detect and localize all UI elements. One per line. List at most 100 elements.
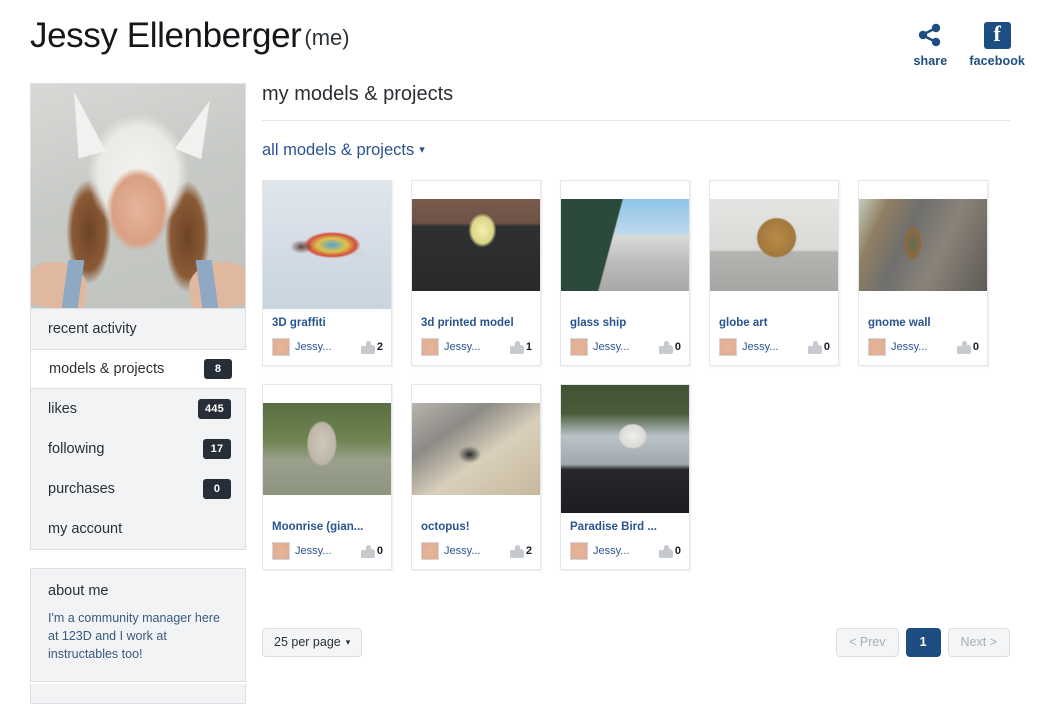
model-card[interactable]: gnome wall Jessy... 0 bbox=[858, 180, 988, 366]
like-count: 1 bbox=[525, 341, 532, 353]
model-meta: Jessy... 0 bbox=[272, 542, 383, 560]
profile-name: Jessy Ellenberger bbox=[30, 16, 302, 55]
like-count: 0 bbox=[674, 545, 681, 557]
page-1-button[interactable]: 1 bbox=[905, 628, 941, 657]
model-title: globe art bbox=[719, 317, 768, 329]
sidebar-item-label: likes bbox=[48, 401, 78, 417]
profile-name-suffix: (me) bbox=[304, 25, 350, 50]
model-card-body: Paradise Bird ... Jessy... 0 bbox=[561, 513, 689, 569]
main-content: my models & projects all models & projec… bbox=[262, 83, 1010, 570]
share-label: share bbox=[913, 54, 948, 68]
facebook-icon: f bbox=[983, 20, 1011, 50]
sidebar-nav: recent activity models & projects 8 like… bbox=[30, 308, 246, 550]
model-card[interactable]: 3D graffiti Jessy... 2 bbox=[262, 180, 392, 366]
thumbnail-image bbox=[859, 199, 987, 291]
like-count-group: 0 bbox=[807, 340, 830, 354]
model-card-body: gnome wall Jessy... 0 bbox=[859, 309, 987, 365]
model-thumbnail bbox=[412, 181, 540, 309]
model-card[interactable]: glass ship Jessy... 0 bbox=[560, 180, 690, 366]
model-card[interactable]: Moonrise (gian... Jessy... 0 bbox=[262, 384, 392, 570]
model-author[interactable]: Jessy... bbox=[295, 545, 331, 557]
thumbs-up-icon bbox=[509, 544, 524, 558]
page-title: Jessy Ellenberger (me) bbox=[30, 16, 350, 56]
profile-avatar bbox=[30, 83, 246, 308]
model-card[interactable]: Paradise Bird ... Jessy... 0 bbox=[560, 384, 690, 570]
sidebar-item-following[interactable]: following 17 bbox=[31, 429, 245, 469]
next-page-button[interactable]: Next > bbox=[947, 628, 1010, 657]
per-page-dropdown[interactable]: 25 per page ▾ bbox=[262, 628, 363, 657]
model-author[interactable]: Jessy... bbox=[742, 341, 778, 353]
model-card-body: octopus! Jessy... 2 bbox=[412, 513, 540, 569]
hat-horn-left-icon bbox=[60, 87, 106, 159]
model-author[interactable]: Jessy... bbox=[891, 341, 927, 353]
model-title: octopus! bbox=[421, 521, 470, 533]
model-author[interactable]: Jessy... bbox=[295, 341, 331, 353]
model-author[interactable]: Jessy... bbox=[444, 341, 480, 353]
avatar bbox=[868, 338, 886, 356]
like-count-group: 1 bbox=[509, 340, 532, 354]
model-card-body: 3d printed model Jessy... 1 bbox=[412, 309, 540, 365]
per-page-label: 25 per page bbox=[274, 635, 341, 649]
sidebar-item-my-account[interactable]: my account bbox=[31, 509, 245, 549]
avatar bbox=[570, 338, 588, 356]
sidebar-item-badge: 17 bbox=[203, 439, 231, 459]
thumbs-up-icon bbox=[658, 544, 673, 558]
model-author[interactable]: Jessy... bbox=[593, 545, 629, 557]
filter-row: all models & projects ▾ bbox=[262, 141, 1010, 160]
model-card[interactable]: 3d printed model Jessy... 1 bbox=[411, 180, 541, 366]
about-me-panel: about me I'm a community manager here at… bbox=[30, 568, 246, 682]
thumbnail-image bbox=[561, 199, 689, 291]
thumbs-up-icon bbox=[658, 340, 673, 354]
model-author[interactable]: Jessy... bbox=[593, 341, 629, 353]
sidebar-item-likes[interactable]: likes 445 bbox=[31, 389, 245, 429]
avatar-photo bbox=[31, 84, 245, 308]
model-thumbnail bbox=[263, 385, 391, 513]
prev-page-button[interactable]: < Prev bbox=[836, 628, 899, 657]
about-me-body: I'm a community manager here at 123D and… bbox=[48, 611, 220, 661]
sidebar-item-purchases[interactable]: purchases 0 bbox=[31, 469, 245, 509]
sidebar-item-recent-activity[interactable]: recent activity bbox=[31, 309, 245, 349]
model-meta: Jessy... 0 bbox=[570, 542, 681, 560]
thumbs-up-icon bbox=[956, 340, 971, 354]
sidebar-item-label: purchases bbox=[48, 481, 115, 497]
like-count: 2 bbox=[376, 341, 383, 353]
pagination: < Prev 1 Next > bbox=[836, 628, 1010, 657]
thumbnail-image bbox=[263, 199, 391, 291]
like-count-group: 0 bbox=[658, 340, 681, 354]
model-meta: Jessy... 2 bbox=[421, 542, 532, 560]
model-meta: Jessy... 1 bbox=[421, 338, 532, 356]
like-count-group: 0 bbox=[956, 340, 979, 354]
profile-page: Jessy Ellenberger (me) share f facebook … bbox=[0, 0, 1043, 706]
model-meta: Jessy... 0 bbox=[719, 338, 830, 356]
sidebar-item-label: models & projects bbox=[49, 361, 165, 377]
model-meta: Jessy... 0 bbox=[868, 338, 979, 356]
thumbnail-image bbox=[561, 385, 689, 513]
avatar bbox=[421, 542, 439, 560]
thumbs-up-icon bbox=[360, 340, 375, 354]
model-thumbnail bbox=[561, 181, 689, 309]
like-count: 0 bbox=[376, 545, 383, 557]
filter-dropdown[interactable]: all models & projects ▾ bbox=[262, 141, 425, 160]
thumbs-up-icon bbox=[509, 340, 524, 354]
model-card-body: Moonrise (gian... Jessy... 0 bbox=[263, 513, 391, 569]
avatar bbox=[421, 338, 439, 356]
sidebar-item-models-projects[interactable]: models & projects 8 bbox=[30, 349, 246, 389]
sidebar-footer-panel bbox=[30, 684, 246, 704]
model-meta: Jessy... 2 bbox=[272, 338, 383, 356]
sidebar: recent activity models & projects 8 like… bbox=[30, 83, 246, 704]
like-count-group: 0 bbox=[360, 544, 383, 558]
facebook-button[interactable]: f facebook bbox=[969, 20, 1025, 68]
model-card[interactable]: globe art Jessy... 0 bbox=[709, 180, 839, 366]
model-author[interactable]: Jessy... bbox=[444, 545, 480, 557]
model-title: Paradise Bird ... bbox=[570, 521, 657, 533]
share-icon bbox=[917, 20, 943, 50]
share-button[interactable]: share bbox=[913, 20, 947, 68]
model-card[interactable]: octopus! Jessy... 2 bbox=[411, 384, 541, 570]
thumbnail-image bbox=[412, 199, 540, 291]
sidebar-item-badge: 0 bbox=[203, 479, 231, 499]
sidebar-item-label: my account bbox=[48, 521, 123, 537]
model-thumbnail bbox=[412, 385, 540, 513]
sidebar-item-badge: 8 bbox=[204, 359, 232, 379]
model-title: gnome wall bbox=[868, 317, 931, 329]
like-count: 0 bbox=[823, 341, 830, 353]
